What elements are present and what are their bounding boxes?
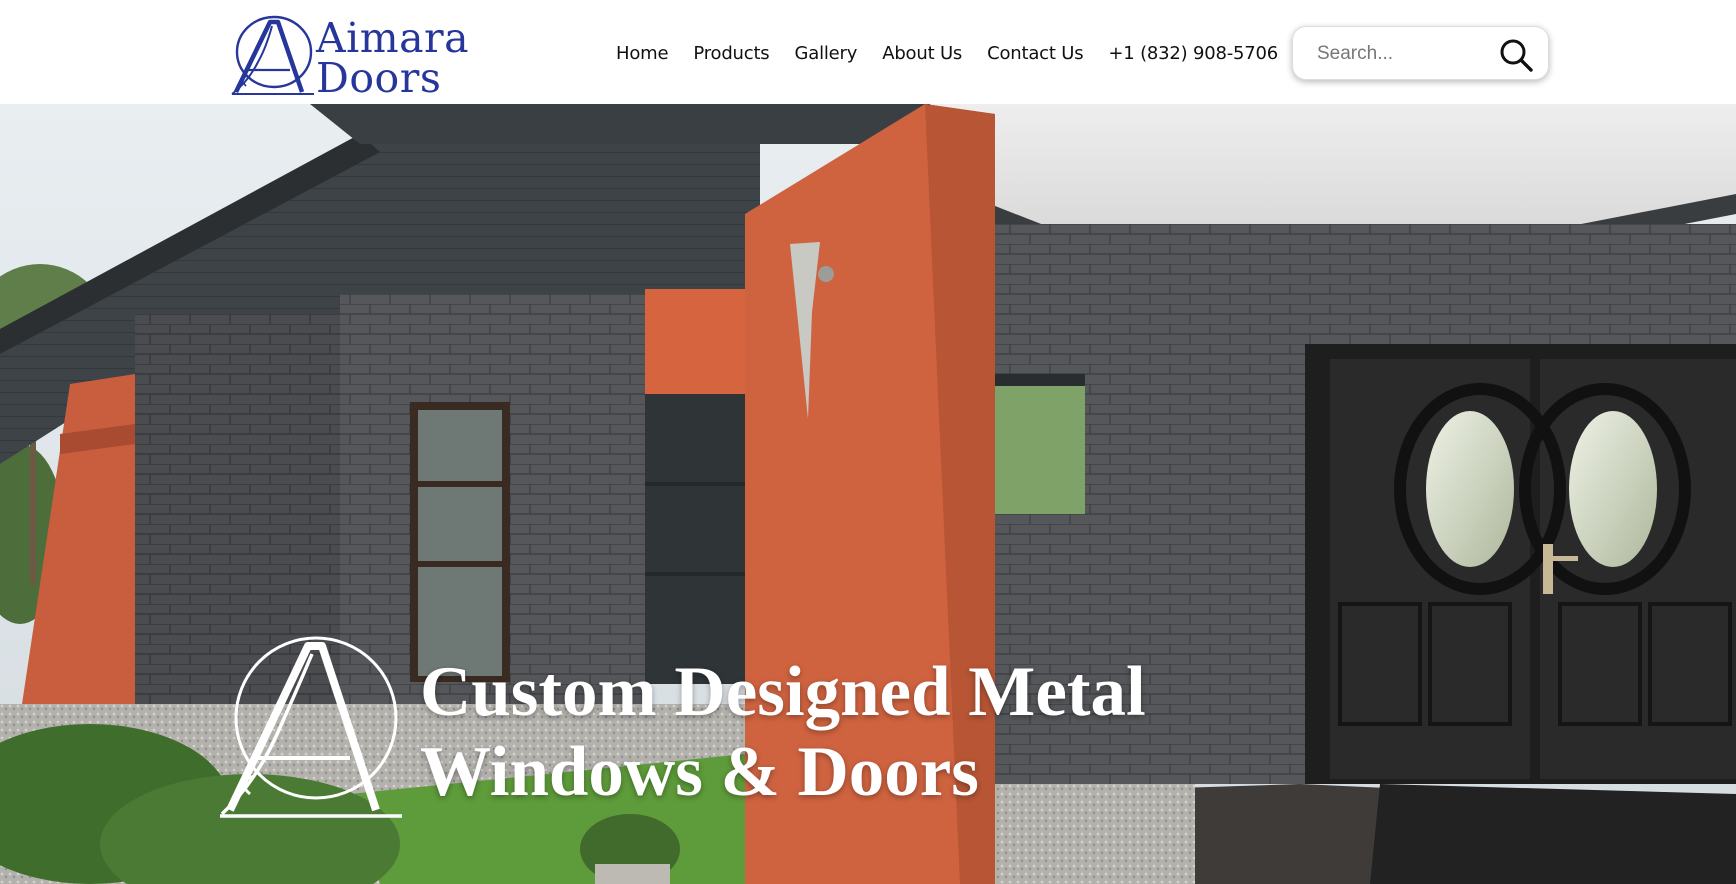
hero-title-line-2: Windows & Doors <box>420 733 979 811</box>
site-header: Aimara Doors Home Products Gallery About… <box>0 0 1736 104</box>
nav-contact-us[interactable]: Contact Us <box>987 43 1084 64</box>
nav-home[interactable]: Home <box>616 43 669 64</box>
hero-title-line-1: Custom Designed Metal <box>420 653 1146 731</box>
search-box <box>1292 26 1549 80</box>
site-logo[interactable]: Aimara Doors <box>228 12 478 100</box>
nav-about-us[interactable]: About Us <box>882 43 962 64</box>
nav-products[interactable]: Products <box>693 43 769 64</box>
search-input[interactable] <box>1317 40 1487 68</box>
main-nav: Home Products Gallery About Us Contact U… <box>616 38 1278 68</box>
logo-line-1: Aimara <box>316 14 470 62</box>
logo-wordmark: Aimara Doors <box>316 14 470 102</box>
hero-title: Custom Designed Metal Windows & Doors <box>420 652 1146 812</box>
aimara-monogram-icon <box>220 636 402 818</box>
aimara-monogram-icon <box>231 15 314 95</box>
logo-line-2: Doors <box>316 54 442 102</box>
search-icon[interactable] <box>1498 37 1534 73</box>
nav-phone-link[interactable]: +1 (832) 908-5706 <box>1108 43 1278 64</box>
nav-gallery[interactable]: Gallery <box>794 43 857 64</box>
hero-banner: Custom Designed Metal Windows & Doors <box>0 104 1736 884</box>
